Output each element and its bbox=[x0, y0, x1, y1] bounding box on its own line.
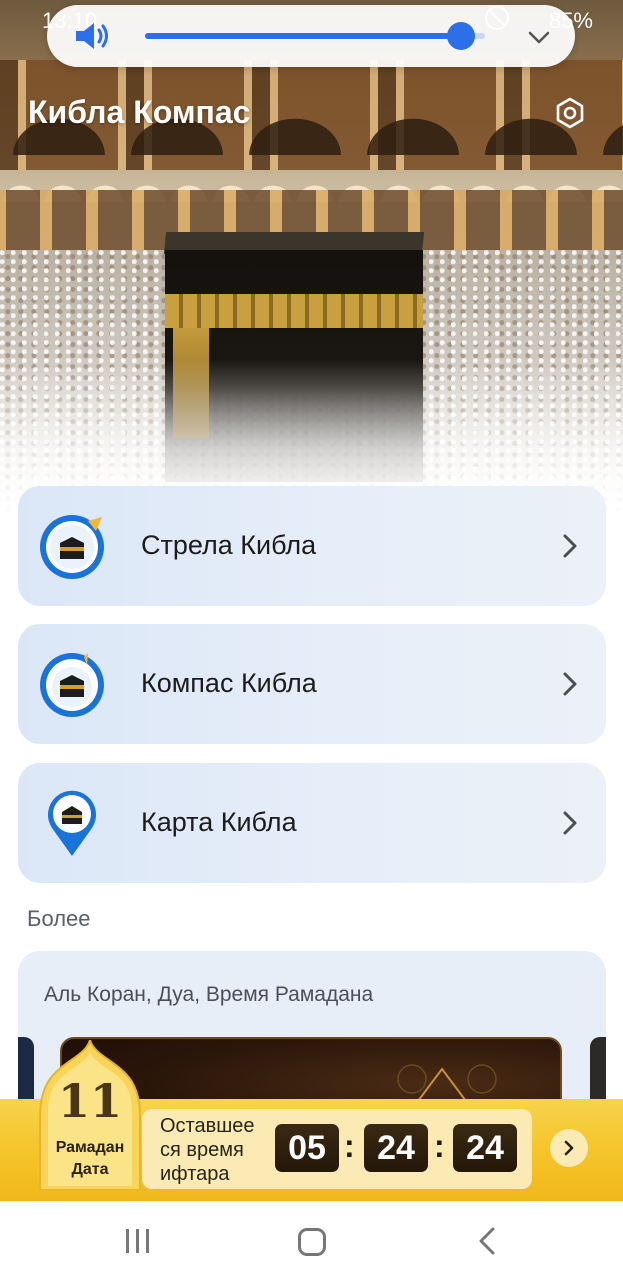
ramadan-day-number: 11 bbox=[57, 1074, 122, 1128]
volume-slider-thumb[interactable] bbox=[447, 22, 476, 50]
menu-item-qibla-map[interactable]: Карта Кибла bbox=[18, 763, 606, 883]
iftar-countdown-label: Оставшее ся время ифтара bbox=[160, 1115, 255, 1185]
menu-item-label: Компас Кибла bbox=[141, 668, 317, 698]
menu-item-qibla-arrow[interactable]: Стрела Кибла bbox=[18, 486, 606, 606]
countdown-minutes: 24 bbox=[364, 1124, 428, 1172]
ramadan-day-label: Рамадан Дата bbox=[55, 1139, 125, 1178]
qibla-compass-icon bbox=[40, 653, 104, 717]
volume-slider[interactable] bbox=[145, 22, 485, 50]
back-icon[interactable] bbox=[476, 1226, 498, 1256]
chevron-down-icon[interactable] bbox=[525, 23, 553, 51]
menu-item-label: Карта Кибла bbox=[141, 807, 297, 837]
kaaba-hero-image bbox=[0, 0, 623, 520]
recent-apps-icon[interactable] bbox=[124, 1228, 152, 1254]
screen: 13:10 85% Кибла Компас bbox=[0, 0, 623, 1282]
chevron-right-icon bbox=[563, 811, 577, 835]
chevron-right-icon bbox=[563, 672, 577, 696]
chevron-right-icon bbox=[564, 1140, 574, 1156]
page-title: Кибла Компас bbox=[28, 94, 251, 130]
settings-hexagon-icon[interactable] bbox=[553, 96, 587, 130]
countdown-hours: 05 bbox=[275, 1124, 339, 1172]
speaker-icon[interactable] bbox=[73, 19, 113, 53]
menu-item-qibla-compass[interactable]: Компас Кибла bbox=[18, 624, 606, 744]
more-card-title: Аль Коран, Дуа, Время Рамадана bbox=[44, 983, 374, 1006]
ramadan-next-button[interactable] bbox=[550, 1129, 588, 1167]
volume-panel bbox=[47, 5, 575, 67]
countdown-separator: : bbox=[344, 1128, 355, 1164]
qibla-arrow-icon bbox=[40, 515, 104, 579]
countdown-seconds: 24 bbox=[453, 1124, 517, 1172]
menu-item-label: Стрела Кибла bbox=[141, 530, 317, 560]
chevron-right-icon bbox=[563, 534, 577, 558]
section-heading-more: Более bbox=[27, 906, 91, 931]
home-icon[interactable] bbox=[298, 1228, 326, 1256]
countdown-separator: : bbox=[434, 1128, 445, 1164]
qibla-map-pin-icon bbox=[48, 790, 96, 856]
volume-slider-fill bbox=[145, 33, 462, 39]
